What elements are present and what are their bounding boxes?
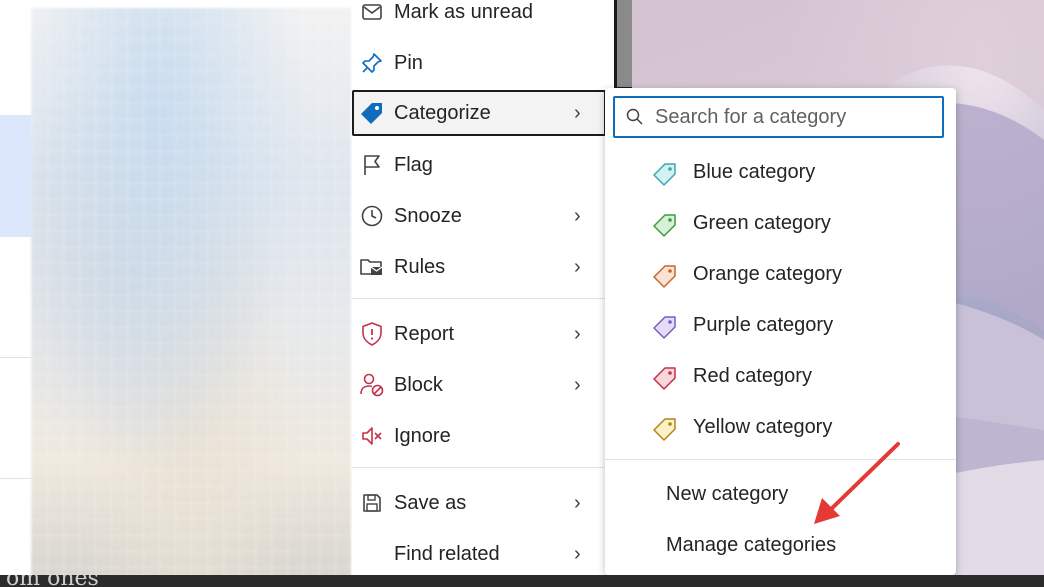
- envelope-icon: [352, 0, 392, 35]
- menu-item-snooze[interactable]: Snooze ›: [352, 193, 614, 239]
- menu-item-label: Snooze: [394, 204, 462, 227]
- category-search-input[interactable]: Search for a category: [613, 96, 944, 138]
- menu-divider: [352, 298, 614, 299]
- menu-item-report[interactable]: Report ›: [352, 311, 614, 357]
- category-item-green[interactable]: Green category: [605, 200, 956, 246]
- speaker-mute-icon: [352, 413, 392, 459]
- tag-outline-icon: [652, 416, 678, 448]
- chevron-right-icon: ›: [574, 101, 581, 124]
- search-icon: [615, 107, 655, 127]
- menu-item-label: Find related: [394, 542, 500, 565]
- menu-item-label: Pin: [394, 51, 423, 74]
- menu-item-label: Report: [394, 322, 455, 345]
- menu-item-rules[interactable]: Rules ›: [352, 244, 614, 290]
- scrollbar-track[interactable]: [617, 0, 632, 87]
- menu-item-block[interactable]: Block ›: [352, 362, 614, 408]
- chevron-right-icon: ›: [574, 542, 581, 565]
- chevron-right-icon: ›: [574, 491, 581, 514]
- chevron-right-icon: ›: [574, 255, 581, 278]
- shield-alert-icon: [352, 311, 392, 357]
- menu-divider: [352, 467, 614, 468]
- menu-item-save-as[interactable]: Save as ›: [352, 480, 614, 526]
- category-label: Yellow category: [693, 415, 833, 438]
- category-label: Orange category: [693, 262, 842, 285]
- menu-item-categorize[interactable]: Categorize ›: [352, 90, 606, 136]
- menu-item-label: Categorize: [394, 101, 491, 124]
- category-item-orange[interactable]: Orange category: [605, 251, 956, 297]
- tag-outline-icon: [652, 161, 678, 193]
- tag-outline-icon: [652, 263, 678, 295]
- context-menu: Mark as unread Pin Categorize › Flag Sno…: [352, 0, 614, 575]
- flag-icon: [352, 142, 392, 188]
- menu-item-find-related[interactable]: Find related ›: [352, 531, 614, 577]
- annotation-arrow: [814, 442, 900, 524]
- chevron-right-icon: ›: [574, 373, 581, 396]
- category-label: Blue category: [693, 160, 816, 183]
- menu-item-label: Flag: [394, 153, 433, 176]
- menu-item-label: Save as: [394, 491, 467, 514]
- menu-item-pin[interactable]: Pin: [352, 40, 614, 86]
- category-item-blue[interactable]: Blue category: [605, 149, 956, 195]
- menu-item-label: Block: [394, 373, 443, 396]
- tag-outline-icon: [652, 212, 678, 244]
- menu-item-label: Mark as unread: [394, 0, 533, 23]
- rules-folder-icon: [352, 244, 392, 290]
- category-label: Red category: [693, 364, 812, 387]
- category-item-red[interactable]: Red category: [605, 353, 956, 399]
- blurred-message-content: [31, 8, 351, 576]
- menu-item-label: Rules: [394, 255, 446, 278]
- tag-icon: [352, 90, 392, 136]
- tag-outline-icon: [652, 314, 678, 346]
- background-text-strip: om ones: [0, 575, 1044, 587]
- pin-icon: [352, 40, 392, 86]
- tag-outline-icon: [652, 365, 678, 397]
- category-label: Green category: [693, 211, 831, 234]
- background-text: om ones: [6, 575, 99, 587]
- block-person-icon: [352, 362, 392, 408]
- chevron-right-icon: ›: [574, 204, 581, 227]
- menu-item-ignore[interactable]: Ignore: [352, 413, 614, 459]
- manage-categories-button[interactable]: Manage categories: [605, 522, 956, 568]
- category-label: Purple category: [693, 313, 834, 336]
- save-icon: [352, 480, 392, 526]
- menu-item-label: Ignore: [394, 424, 451, 447]
- menu-item-mark-as-unread[interactable]: Mark as unread: [352, 0, 614, 35]
- category-item-purple[interactable]: Purple category: [605, 302, 956, 348]
- menu-item-flag[interactable]: Flag: [352, 142, 614, 188]
- clock-icon: [352, 193, 392, 239]
- chevron-right-icon: ›: [574, 322, 581, 345]
- search-placeholder: Search for a category: [655, 105, 847, 128]
